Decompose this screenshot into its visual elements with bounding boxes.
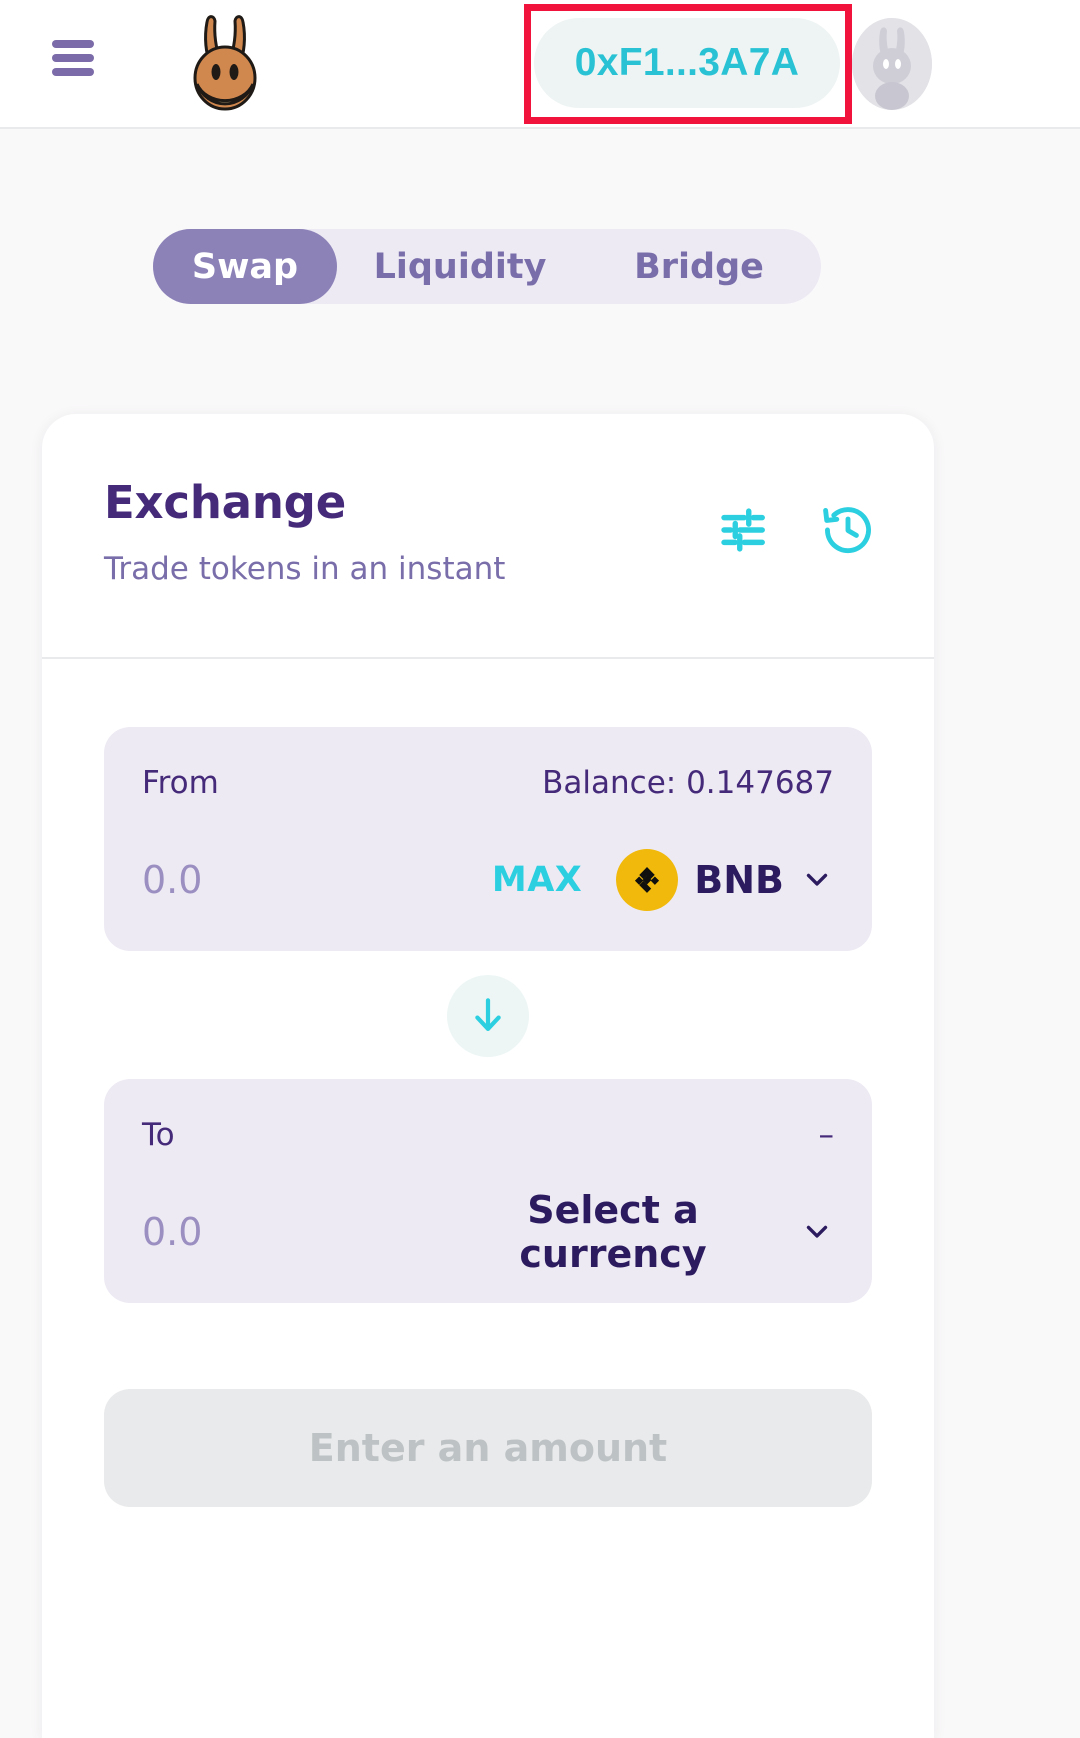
from-token-symbol: BNB — [694, 858, 784, 902]
swap-direction-button[interactable] — [447, 975, 529, 1057]
chevron-down-icon — [800, 862, 834, 899]
to-panel-bottom-row: Select a currency — [142, 1203, 834, 1261]
bnb-coin-icon — [616, 849, 678, 911]
app-screen: 0xF1...3A7A Swap Liquidity Bridge Exchan… — [0, 0, 1080, 1738]
pancakeswap-bunny-logo[interactable] — [186, 12, 264, 116]
arrow-down-icon — [466, 993, 510, 1040]
section-tabs: Swap Liquidity Bridge — [153, 229, 821, 304]
hamburger-menu-icon[interactable] — [52, 40, 94, 76]
wallet-address-label: 0xF1...3A7A — [575, 41, 799, 85]
tab-bridge[interactable]: Bridge — [583, 229, 815, 304]
wallet-address-button[interactable]: 0xF1...3A7A — [534, 18, 840, 108]
to-panel-controls: Select a currency — [442, 1188, 834, 1276]
from-panel-top-row: From Balance: 0.147687 — [142, 761, 834, 805]
from-token-select-button[interactable]: BNB — [616, 849, 834, 911]
exchange-card-body: From Balance: 0.147687 MAX — [42, 659, 934, 1507]
exchange-card: Exchange Trade tokens in an instant — [42, 414, 934, 1738]
to-label: To — [142, 1117, 175, 1153]
hamburger-bar-1 — [52, 40, 94, 48]
swap-direction-row — [104, 951, 872, 1079]
exchange-card-header: Exchange Trade tokens in an instant — [42, 414, 934, 659]
enter-amount-button[interactable]: Enter an amount — [104, 1389, 872, 1507]
to-token-panel: To – Select a currency — [104, 1079, 872, 1303]
cta-container: Enter an amount — [104, 1303, 872, 1507]
select-currency-label: Select a currency — [442, 1188, 784, 1276]
app-header: 0xF1...3A7A — [0, 0, 1080, 129]
tab-liquidity[interactable]: Liquidity — [337, 229, 583, 304]
max-button[interactable]: MAX — [492, 860, 582, 900]
from-amount-input[interactable] — [142, 858, 442, 902]
exchange-header-actions — [714, 502, 876, 558]
hamburger-bar-2 — [52, 54, 94, 62]
settings-sliders-icon[interactable] — [714, 502, 770, 558]
to-amount-input[interactable] — [142, 1210, 442, 1254]
hamburger-bar-3 — [52, 68, 94, 76]
to-token-select-button[interactable]: Select a currency — [442, 1188, 834, 1276]
from-panel-controls: MAX BNB — [492, 849, 834, 911]
from-label: From — [142, 765, 219, 801]
from-token-panel: From Balance: 0.147687 MAX — [104, 727, 872, 951]
user-avatar-bunny-icon[interactable] — [852, 18, 932, 110]
from-balance-label: Balance: 0.147687 — [542, 765, 834, 801]
transaction-history-clock-icon[interactable] — [820, 502, 876, 558]
to-balance-label: – — [819, 1117, 835, 1153]
chevron-down-icon — [800, 1214, 834, 1251]
to-panel-top-row: To – — [142, 1113, 834, 1157]
from-panel-bottom-row: MAX BNB — [142, 851, 834, 909]
tab-swap[interactable]: Swap — [153, 229, 337, 304]
